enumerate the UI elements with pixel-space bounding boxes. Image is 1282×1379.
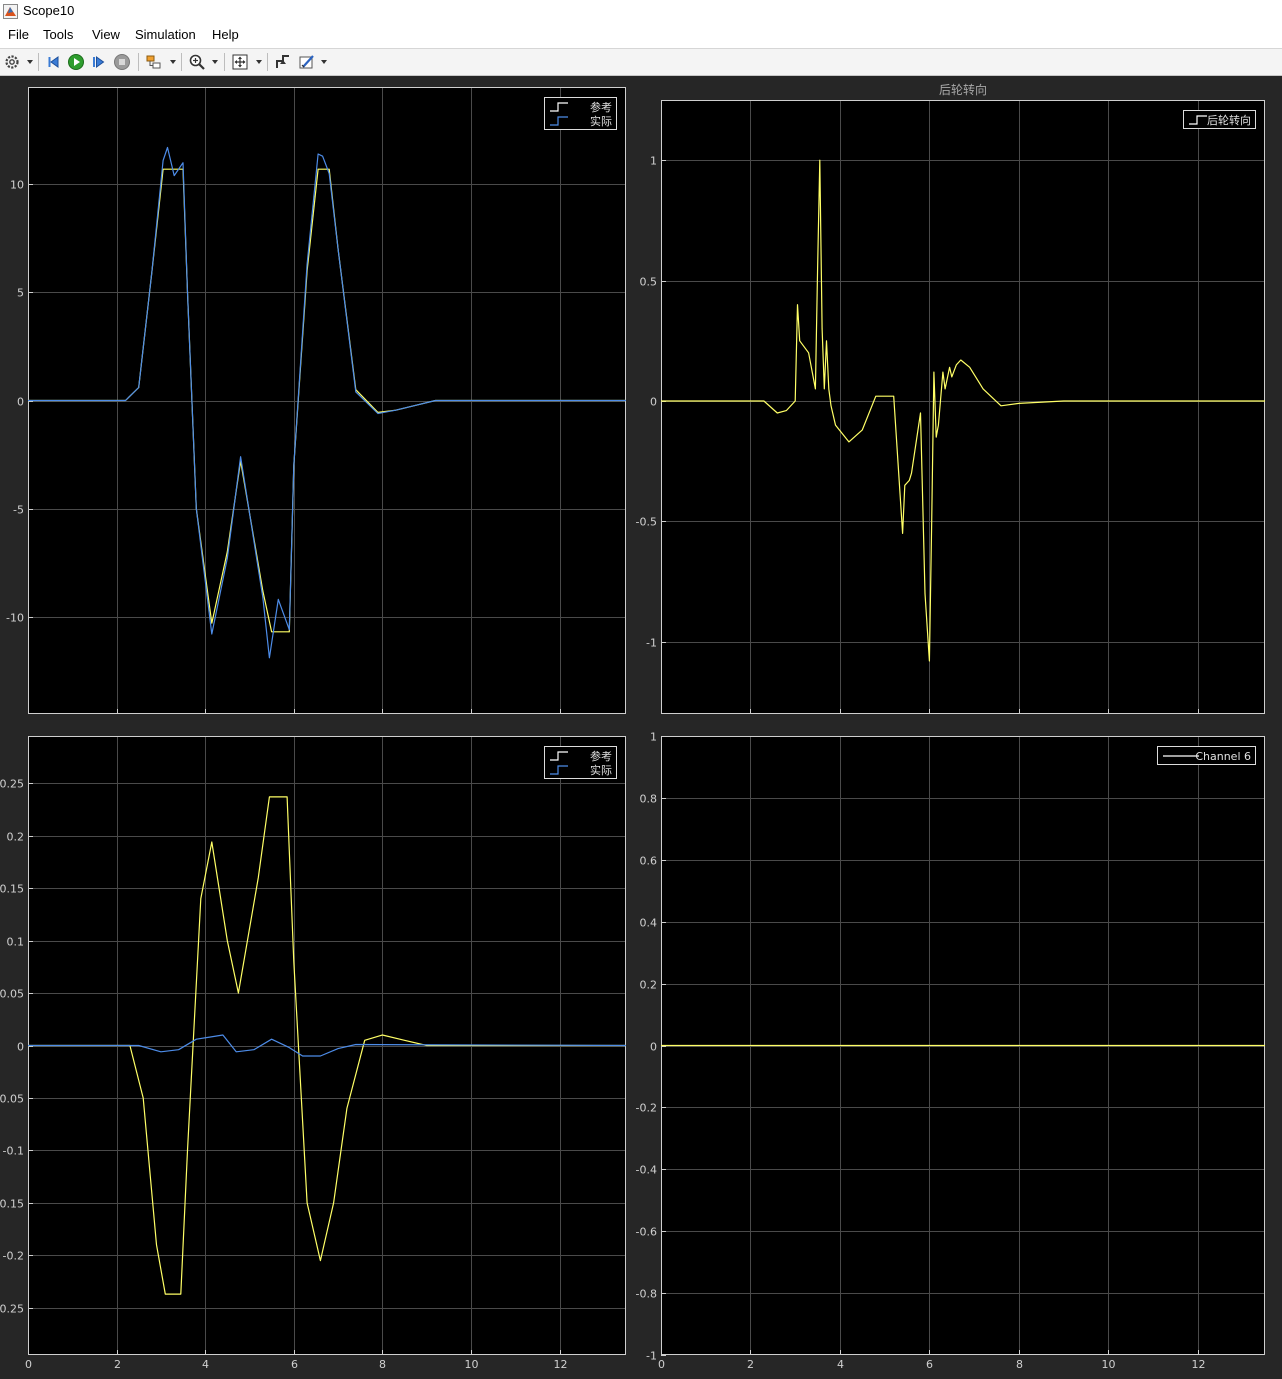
y-tick-label: 5 [17, 287, 24, 300]
y-tick-label: 1 [650, 155, 657, 168]
axes-background [661, 100, 1265, 714]
zoom-dropdown-arrow[interactable] [212, 60, 218, 64]
y-tick-label: 0.8 [640, 793, 658, 806]
x-tick-label: 6 [926, 1358, 933, 1371]
y-tick-label: -1 [646, 637, 657, 650]
y-tick-label: -0.5 [636, 516, 657, 529]
zoom-icon[interactable] [188, 53, 206, 71]
toolbar-separator [181, 53, 182, 71]
y-tick-label: 0.2 [640, 979, 658, 992]
matlab-app-icon [3, 4, 18, 19]
measurements-icon[interactable] [298, 53, 316, 71]
plot-title: 后轮转向 [939, 82, 987, 97]
y-tick-label: -0.1 [3, 1145, 24, 1158]
y-tick-label: -0.4 [636, 1164, 657, 1177]
x-tick-label: 0 [658, 1358, 665, 1371]
window-title: Scope10 [23, 3, 75, 18]
menu-simulation[interactable]: Simulation [135, 27, 196, 42]
legend[interactable]: 参考实际 [544, 746, 617, 779]
legend-label: 参考 [590, 749, 612, 763]
legend[interactable]: 后轮转向 [1183, 110, 1256, 129]
plot-panel-bottom-right[interactable]: 0 2 4 6 8 10 12 -1 -0.8 -0.6 -0.4 -0.2 0 0.2 0.4 0.6 0.8… [636, 731, 1265, 1372]
menu-tools[interactable]: Tools [43, 27, 73, 42]
fit-dropdown-arrow[interactable] [256, 60, 262, 64]
legend-label: Channel 6 [1195, 750, 1251, 763]
x-tick-label: 8 [379, 1358, 386, 1371]
scope-plot-area: -10 -5 0 5 10 参考 实际 后轮转向 -1 -0.5 0 0.5 1 后轮转向 02468… [0, 77, 1282, 1375]
step-forward-icon[interactable] [90, 53, 108, 71]
menu-help[interactable]: Help [212, 27, 239, 42]
legend-label: 实际 [590, 763, 612, 777]
y-tick-label: 0 [650, 396, 657, 409]
x-tick-label: 10 [465, 1358, 479, 1371]
legend[interactable]: 参考实际 [544, 97, 617, 130]
x-tick-label: 12 [1192, 1358, 1206, 1371]
legend-label: 实际 [590, 114, 612, 128]
menu-file[interactable]: File [8, 27, 29, 42]
x-tick-label: 8 [1016, 1358, 1023, 1371]
y-tick-label: -0.15 [0, 1198, 24, 1211]
y-tick-label: 0.4 [640, 917, 658, 930]
plot-panel-top-right[interactable]: 后轮转向 -1 -0.5 0 0.5 1 后轮转向 [636, 82, 1265, 714]
triggers-icon[interactable] [274, 53, 292, 71]
y-tick-label: -0.6 [636, 1226, 657, 1239]
highlight-dropdown-arrow[interactable] [170, 60, 176, 64]
x-tick-label: 12 [554, 1358, 568, 1371]
gear-dropdown-arrow[interactable] [27, 60, 33, 64]
x-tick-label: 10 [1102, 1358, 1116, 1371]
y-tick-label: -5 [13, 504, 24, 517]
y-tick-label: -0.05 [0, 1093, 24, 1106]
y-tick-label: 0.05 [0, 988, 24, 1001]
y-tick-label: 0 [17, 1041, 24, 1054]
x-tick-label: 4 [202, 1358, 209, 1371]
y-tick-label: -0.25 [0, 1303, 24, 1316]
toolbar-separator [138, 53, 139, 71]
x-tick-label: 0 [25, 1358, 32, 1371]
step-back-icon[interactable] [45, 53, 63, 71]
y-tick-label: 1 [650, 731, 657, 744]
run-icon[interactable] [67, 53, 85, 71]
plot-panel-bottom-left[interactable]: 0 2 4 6 8 10 12 -0.25 -0.2 -0.15 -0.1 -0.05 0 0.05 0.1… [0, 736, 627, 1371]
x-tick-label: 2 [747, 1358, 754, 1371]
toolbar-separator [38, 53, 39, 71]
stop-icon[interactable] [113, 53, 131, 71]
legend-label: 后轮转向 [1207, 113, 1251, 127]
x-tick-label: 4 [837, 1358, 844, 1371]
scope-plots-svg: -10-50510参考实际 后轮转向 -1-0.500.51后轮转向 02468… [0, 82, 1265, 1372]
gear-icon[interactable] [3, 53, 21, 71]
y-tick-label: -0.2 [636, 1102, 657, 1115]
legend-label: 参考 [590, 100, 612, 114]
y-tick-label: -0.2 [3, 1250, 24, 1263]
fit-to-view-icon[interactable] [231, 53, 249, 71]
y-tick-label: 0.6 [640, 855, 658, 868]
toolbar-separator [267, 53, 268, 71]
measurements-dropdown-arrow[interactable] [321, 60, 327, 64]
y-tick-label: 0.15 [0, 883, 24, 896]
toolbar [0, 48, 1282, 76]
x-tick-label: 2 [114, 1358, 121, 1371]
y-tick-label: 0 [17, 396, 24, 409]
y-tick-label: 10 [10, 179, 24, 192]
title-bar: Scope10 [0, 0, 1282, 24]
toolbar-separator [224, 53, 225, 71]
highlight-block-icon[interactable] [145, 53, 163, 71]
plot-panel-top-left[interactable]: -10 -5 0 5 10 参考实际 [6, 87, 626, 714]
menu-view[interactable]: View [92, 27, 120, 42]
y-tick-label: 0.5 [640, 276, 658, 289]
x-tick-label: 6 [291, 1358, 298, 1371]
y-tick-label: 0 [650, 1041, 657, 1054]
y-tick-label: -0.8 [636, 1288, 657, 1301]
y-tick-label: 0.1 [7, 936, 25, 949]
legend[interactable]: Channel 6 [1157, 746, 1256, 765]
y-tick-label: 0.25 [0, 778, 24, 791]
y-tick-label: 0.2 [7, 831, 25, 844]
y-tick-label: -1 [646, 1350, 657, 1363]
y-tick-label: -10 [6, 612, 24, 625]
menu-bar: File Tools View Simulation Help [0, 24, 1282, 48]
